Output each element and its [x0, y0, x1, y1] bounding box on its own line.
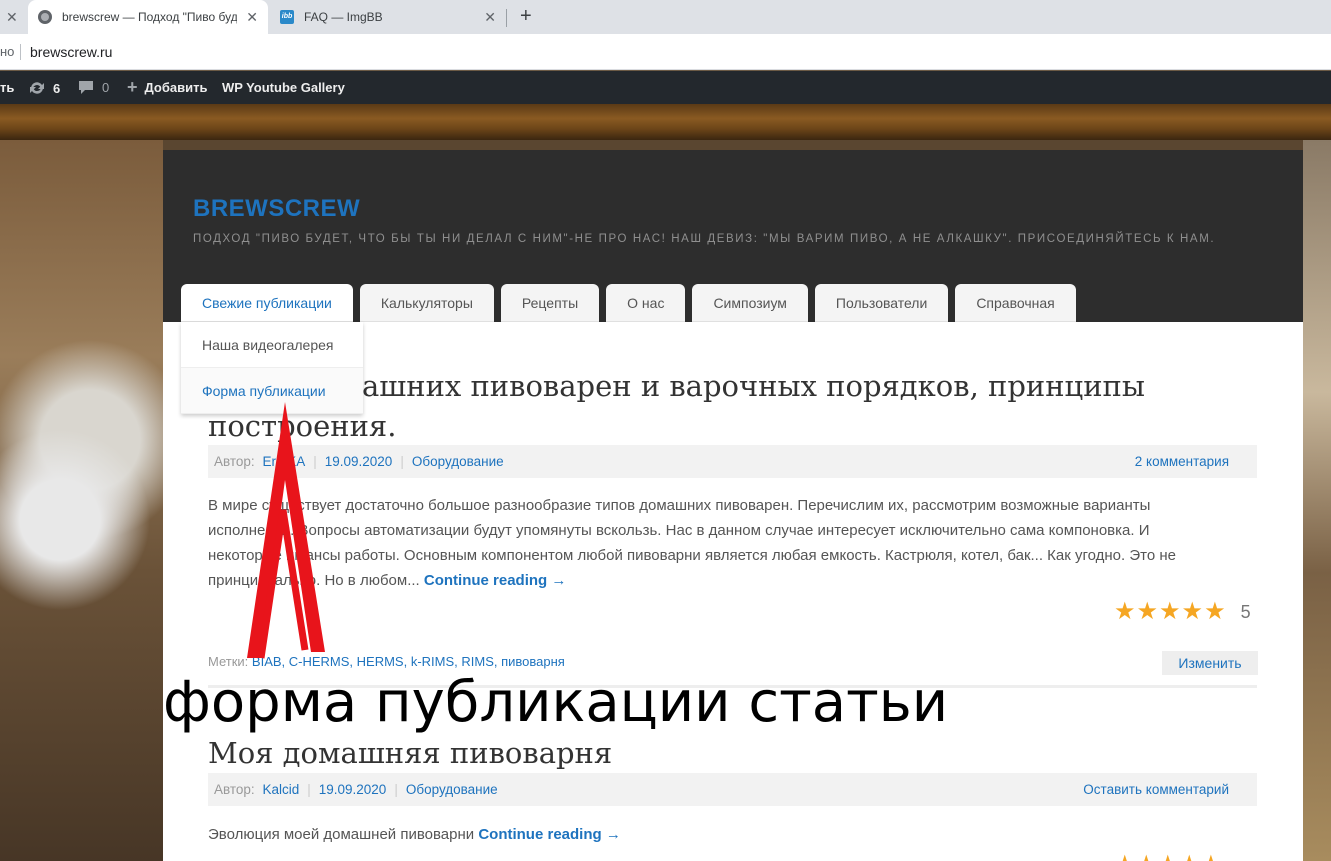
updates-item[interactable]: 6	[28, 80, 60, 96]
author-link[interactable]: Kalcid	[262, 782, 299, 797]
background-photo-right	[1303, 140, 1331, 861]
globe-icon	[38, 10, 52, 24]
main-nav: Свежие публикации Калькуляторы Рецепты О…	[181, 284, 1083, 322]
wp-admin-bar: ть 6 0 + Добавить WP Youtube Gallery	[0, 71, 1331, 104]
annotation-caption: форма публикации статьи	[163, 670, 949, 735]
background-photo-top	[163, 140, 1303, 150]
address-divider	[20, 44, 21, 60]
nav-item-users[interactable]: Пользователи	[814, 284, 949, 322]
star-icon[interactable]: ★	[1204, 600, 1226, 624]
dropdown-item-video-gallery[interactable]: Наша видеогалерея	[181, 322, 363, 368]
star-icon[interactable]: ★	[1114, 600, 1136, 624]
comments-link[interactable]: Оставить комментарий	[1083, 773, 1229, 806]
meta-author-label: Автор:	[214, 782, 255, 797]
comments-count: 0	[102, 80, 110, 95]
nav-item-symposium[interactable]: Симпозиум	[692, 284, 808, 322]
nav-item-calculators[interactable]: Калькуляторы	[359, 284, 494, 322]
continue-reading-link[interactable]: Continue reading →	[478, 826, 621, 843]
refresh-icon	[30, 82, 44, 94]
url-field[interactable]: brewscrew.ru	[30, 44, 112, 60]
close-icon[interactable]: ✕	[484, 9, 496, 26]
tab-title: FAQ — ImgBB	[304, 10, 383, 24]
tab-title: brewscrew — Подход "Пиво буде	[62, 10, 237, 24]
comments-item[interactable]: 0	[78, 80, 109, 95]
excerpt-line: некоторые нюансы работы. Основным компон…	[208, 547, 1176, 564]
excerpt-last-line: принципиально. Но в любом... Continue re…	[208, 568, 1248, 593]
tab-divider	[506, 9, 507, 27]
nav-item-fresh[interactable]: Свежие публикации	[181, 284, 353, 322]
rating-value: 5	[1240, 601, 1251, 622]
address-left-text: но	[0, 44, 15, 59]
browser-tab-bar: ✕ brewscrew — Подход "Пиво буде ✕ ibb FA…	[0, 0, 1331, 34]
meta-separator: |	[400, 454, 404, 469]
site-description: Подход "Пиво будет, что бы ты ни делал с…	[193, 233, 1216, 245]
background-photo-left	[0, 140, 163, 861]
post-meta: Автор: Kalcid | 19.09.2020 | Оборудование Ос…	[208, 773, 1257, 806]
nav-item-reference[interactable]: Справочная	[955, 284, 1076, 322]
star-icon[interactable]: ★	[1137, 600, 1159, 624]
post-rating-partial[interactable]: ★★★★★	[1114, 850, 1222, 861]
close-icon[interactable]: ✕	[246, 9, 258, 26]
meta-separator: |	[394, 782, 398, 797]
close-icon[interactable]: ✕	[6, 9, 18, 26]
add-label: Добавить	[144, 80, 208, 95]
nav-item-about[interactable]: О нас	[606, 284, 686, 322]
plus-icon: +	[127, 77, 138, 97]
admin-bar-cut-item[interactable]: ть	[0, 80, 14, 95]
date-link[interactable]: 19.09.2020	[325, 454, 393, 469]
red-arrow-icon	[247, 402, 325, 659]
post-meta: Автор: ErofKA|19.09.2020|Оборудование 2 …	[208, 445, 1257, 478]
post-excerpt: Эволюция моей домашней пивоварни Continu…	[208, 822, 1248, 847]
address-bar: но brewscrew.ru	[0, 34, 1331, 70]
category-link[interactable]: Оборудование	[406, 782, 498, 797]
site-header: BREWSCREW Подход "Пиво будет, что бы ты …	[163, 150, 1303, 322]
add-new-item[interactable]: + Добавить	[127, 77, 208, 97]
post-excerpt: В мире существует достаточно большое раз…	[208, 493, 1248, 593]
edit-button[interactable]: Изменить	[1162, 651, 1258, 675]
post-title[interactable]: Моя домашняя пивоварня	[208, 733, 612, 773]
star-icon[interactable]: ★	[1159, 600, 1181, 624]
continue-reading-link[interactable]: Continue reading →	[424, 572, 567, 589]
imgbb-icon: ibb	[280, 10, 294, 24]
new-tab-icon[interactable]: +	[520, 5, 532, 28]
updates-count: 6	[53, 80, 61, 96]
category-link[interactable]: Оборудование	[412, 454, 504, 469]
post-rating[interactable]: ★ ★ ★ ★ ★ 5	[1114, 600, 1251, 624]
date-link[interactable]: 19.09.2020	[319, 782, 387, 797]
header-background	[0, 104, 1331, 140]
site-title[interactable]: BREWSCREW	[193, 195, 360, 223]
comment-icon	[79, 81, 93, 94]
browser-tab-brewscrew[interactable]: brewscrew — Подход "Пиво буде ✕	[28, 0, 268, 34]
star-icon[interactable]: ★	[1182, 600, 1204, 624]
excerpt-line: В мире существует достаточно большое раз…	[208, 497, 1151, 514]
youtube-gallery-item[interactable]: WP Youtube Gallery	[222, 80, 345, 95]
excerpt-text: Эволюция моей домашней пивоварни	[208, 826, 475, 843]
excerpt-line: исполнения. Вопросы автоматизации будут …	[208, 522, 1150, 539]
post-title[interactable]: ашних пивоварен и варочных порядков, при…	[362, 366, 1145, 406]
meta-separator: |	[307, 782, 311, 797]
comments-link[interactable]: 2 комментария	[1135, 445, 1229, 478]
browser-tab-imgbb[interactable]: ibb FAQ — ImgBB ✕	[270, 0, 506, 34]
nav-item-recipes[interactable]: Рецепты	[500, 284, 600, 322]
